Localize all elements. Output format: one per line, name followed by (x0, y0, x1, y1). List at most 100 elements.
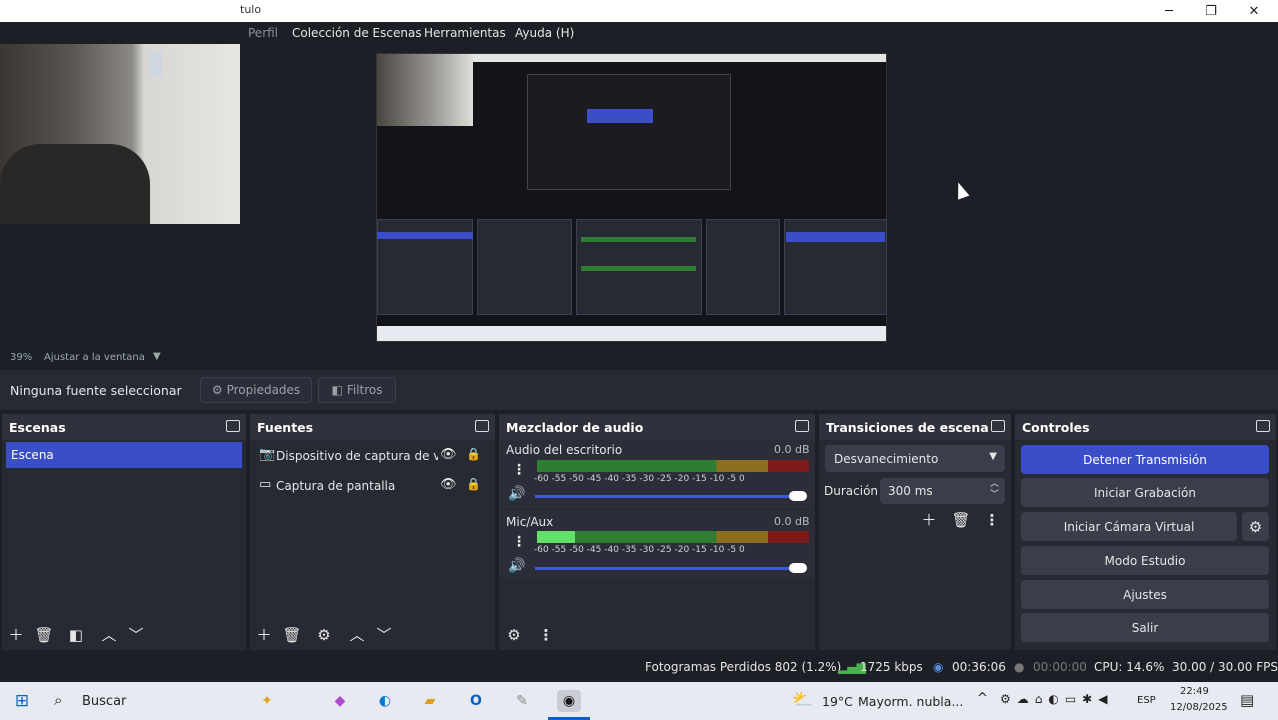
windows-start-icon[interactable]: ⊞ (10, 690, 34, 712)
speaker-icon[interactable]: 🔊 (508, 558, 525, 574)
gear-icon[interactable]: ⚙ (313, 625, 335, 645)
chevron-down-icon[interactable]: ﹀ (373, 625, 395, 645)
zoom-mode-select[interactable]: Ajustar a la ventana (44, 352, 145, 363)
app-icon[interactable]: ✎ (510, 690, 534, 712)
cpu-usage: CPU: 14.6% (1094, 660, 1165, 674)
stepper-icon[interactable]: ︿ ﹀ (990, 479, 999, 501)
add-icon[interactable]: ＋ (918, 510, 940, 530)
start-virtual-cam-button[interactable]: Iniciar Cámara Virtual (1021, 512, 1237, 541)
mixer-header: Mezclador de audio (499, 414, 815, 440)
popout-icon[interactable] (226, 420, 240, 432)
menu-tools[interactable]: Herramientas (424, 26, 506, 40)
notification-icon[interactable]: ▤ (1240, 691, 1254, 709)
popout-icon[interactable] (795, 420, 809, 432)
clock-date[interactable]: 12/08/2025 (1170, 702, 1228, 713)
start-recording-button[interactable]: Iniciar Grabación (1021, 478, 1269, 507)
transition-select[interactable]: Desvanecimiento ▼ (825, 445, 1005, 472)
system-tray-icons[interactable]: ⚙☁⌂◐▭✱◀ (1000, 692, 1113, 706)
volume-knob[interactable] (789, 563, 807, 573)
settings-button[interactable]: Ajustes (1021, 580, 1269, 609)
add-icon[interactable]: ＋ (253, 625, 275, 645)
kebab-menu-icon[interactable]: ⋮ (981, 510, 1003, 530)
duration-label: Duración (824, 484, 879, 498)
scenes-dock: Escenas Escena ＋ 🗑 ◧ ︿ ﹀ (2, 414, 246, 650)
file-explorer-icon[interactable]: ▰ (418, 690, 442, 712)
language-indicator[interactable]: ESP (1137, 695, 1156, 706)
copilot-icon[interactable]: ◆ (328, 690, 352, 712)
program-preview[interactable] (376, 53, 887, 342)
eye-icon[interactable]: 👁 (440, 477, 457, 492)
lock-icon[interactable]: 🔒 (466, 447, 481, 461)
eye-icon[interactable]: 👁 (440, 447, 457, 462)
mixer-channel: Audio del escritorio 0.0 dB ⋮ -60 -55 -5… (499, 440, 815, 508)
controls-header: Controles (1015, 414, 1276, 440)
camera-icon: 📷 (259, 447, 276, 462)
source-item[interactable]: ▭ Captura de pantalla 👁 🔒 (250, 474, 495, 498)
monitor-icon: ▭ (259, 477, 272, 492)
volume-slider[interactable] (535, 495, 803, 498)
trash-icon[interactable]: 🗑 (281, 625, 303, 645)
clock-time[interactable]: 22:49 (1180, 686, 1209, 697)
gear-icon[interactable]: ⚙ (503, 625, 525, 645)
scenes-footer: ＋ 🗑 ◧ ︿ ﹀ (2, 620, 246, 650)
volume-slider[interactable] (535, 567, 803, 570)
chevron-up-icon[interactable]: ︿ (346, 625, 368, 645)
trash-icon[interactable]: 🗑 (950, 510, 972, 530)
filter-icon[interactable]: ◧ (65, 625, 87, 645)
maximize-button[interactable]: ❐ (1190, 0, 1232, 22)
properties-button[interactable]: ⚙ Propiedades (200, 377, 312, 403)
exit-button[interactable]: Salir (1021, 613, 1269, 642)
virtual-cam-gear-icon[interactable]: ⚙ (1242, 512, 1269, 541)
transitions-header: Transiciones de escena (819, 414, 1011, 440)
add-icon[interactable]: ＋ (5, 625, 27, 645)
filters-button[interactable]: ◧ Filtros (318, 377, 396, 403)
obs-studio-icon[interactable]: ◉ (557, 690, 581, 712)
webcam-feed (0, 44, 240, 224)
stop-stream-button[interactable]: Detener Transmisión (1021, 445, 1269, 474)
status-bar: Fotogramas Perdidos 802 (1.2%) ▂▄▆ 1725 … (0, 652, 1278, 682)
sources-dock: Fuentes 📷 Dispositivo de captura de víde… (250, 414, 495, 650)
search-icon[interactable]: ⌕ (54, 691, 62, 709)
popout-icon[interactable] (475, 420, 489, 432)
menu-scene-collection[interactable]: Colección de Escenas (292, 26, 422, 40)
audio-meter (537, 531, 809, 543)
stream-icon: ◉ (933, 660, 944, 674)
mouse-cursor-icon (952, 180, 970, 200)
source-name: Captura de pantalla (276, 479, 396, 493)
kebab-menu-icon[interactable]: ⋮ (512, 462, 526, 478)
kebab-menu-icon[interactable]: ⋮ (512, 534, 526, 550)
close-button[interactable]: ✕ (1233, 0, 1275, 22)
meter-ticks: -60 -55 -50 -45 -40 -35 -30 -25 -20 -15 … (534, 545, 745, 555)
title-bar: tulo ─ ❐ ✕ (0, 0, 1278, 22)
sources-footer: ＋ 🗑 ⚙ ︿ ﹀ (250, 620, 495, 650)
popout-icon[interactable] (991, 420, 1005, 432)
volume-knob[interactable] (789, 491, 807, 501)
weather-desc: Mayorm. nubla... (858, 694, 964, 709)
edge-browser-icon[interactable]: ◐ (373, 690, 397, 712)
window-title: tulo (240, 3, 262, 16)
menu-help[interactable]: Ayuda (H) (515, 26, 574, 40)
menu-perfil[interactable]: Perfil (248, 26, 278, 40)
chevron-up-icon[interactable]: ︿ (98, 625, 120, 645)
meter-ticks: -60 -55 -50 -45 -40 -35 -30 -25 -20 -15 … (534, 474, 745, 484)
lock-icon[interactable]: 🔒 (466, 477, 481, 491)
chevron-down-icon[interactable]: ﹀ (125, 625, 147, 645)
duration-input[interactable]: 300 ms ︿ ﹀ (880, 478, 1005, 504)
trash-icon[interactable]: 🗑 (33, 625, 55, 645)
speaker-icon[interactable]: 🔊 (508, 486, 525, 502)
record-icon: ● (1014, 660, 1025, 674)
kebab-menu-icon[interactable]: ⋮ (535, 625, 557, 645)
taskbar-search[interactable]: Buscar (82, 694, 126, 709)
minimize-button[interactable]: ─ (1148, 0, 1190, 22)
weather-icon[interactable]: ⛅ (792, 690, 813, 710)
chevron-down-icon[interactable]: ▼ (153, 351, 161, 362)
fps: 30.00 / 30.00 FPS (1172, 660, 1278, 674)
outlook-icon[interactable]: O (464, 690, 488, 712)
chevron-up-icon[interactable]: ^ (977, 691, 988, 706)
source-item[interactable]: 📷 Dispositivo de captura de vídeo 👁 🔒 (250, 444, 495, 468)
popout-icon[interactable] (1256, 420, 1270, 432)
mixer-channel: Mic/Aux 0.0 dB ⋮ -60 -55 -50 -45 -40 -35… (499, 510, 815, 578)
scene-item[interactable]: Escena (6, 442, 242, 468)
studio-mode-button[interactable]: Modo Estudio (1021, 546, 1269, 575)
copilot-sparkle-icon[interactable]: ✦ (255, 690, 279, 712)
